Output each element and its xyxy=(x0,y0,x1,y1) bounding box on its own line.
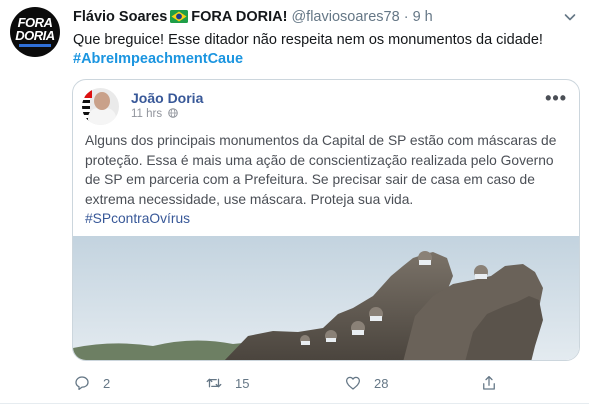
embedded-post-time[interactable]: 11 hrs xyxy=(131,108,162,120)
tweet-text-block: Que breguice! Esse ditador não respeita … xyxy=(73,31,573,69)
reply-icon xyxy=(75,376,89,391)
heart-icon xyxy=(345,376,361,390)
reply-count: 2 xyxy=(103,375,111,391)
author-name-suffix[interactable]: FORA DORIA! xyxy=(191,9,287,25)
author-avatar[interactable]: FORA DORIA xyxy=(10,7,60,57)
sp-flag-canton xyxy=(82,88,92,98)
share-button[interactable] xyxy=(480,372,510,394)
avatar-shirt xyxy=(88,108,116,125)
reply-button[interactable]: 2 xyxy=(73,372,110,394)
embedded-author-name[interactable]: João Doria xyxy=(131,90,203,106)
embedded-post-hashtag[interactable]: #SPcontraOvírus xyxy=(85,209,571,229)
retweet-count: 15 xyxy=(235,375,250,391)
embedded-post-text: Alguns dos principais monumentos da Capi… xyxy=(85,133,557,207)
tweet-hashtag[interactable]: #AbreImpeachmentCaue xyxy=(73,50,573,69)
embedded-author-avatar[interactable] xyxy=(82,88,119,125)
author-handle[interactable]: @flaviosoares78 xyxy=(291,9,399,25)
avatar-text-line2: DORIA xyxy=(15,28,55,43)
monument-photo[interactable] xyxy=(73,236,580,361)
retweet-button[interactable]: 15 xyxy=(205,372,249,394)
like-count: 28 xyxy=(374,375,389,391)
embedded-post-body: Alguns dos principais monumentos da Capi… xyxy=(85,131,571,229)
brazil-flag-icon xyxy=(170,10,189,23)
globe-icon xyxy=(168,108,179,118)
share-icon xyxy=(483,375,495,390)
more-dots-icon[interactable]: ••• xyxy=(545,88,567,109)
tweet-actions: 2 15 28 xyxy=(73,372,573,394)
like-button[interactable]: 28 xyxy=(344,372,388,394)
embedded-post-meta: 11 hrs xyxy=(131,108,179,120)
embedded-post-card[interactable]: João Doria 11 hrs ••• Alguns dos princip… xyxy=(72,79,580,361)
avatar-face xyxy=(94,92,110,110)
tweet[interactable]: FORA DORIA Flávio Soares FORA DORIA! @fl… xyxy=(0,0,589,404)
avatar-stripe xyxy=(19,44,51,47)
author-name[interactable]: Flávio Soares xyxy=(73,9,167,25)
tweet-header: Flávio Soares FORA DORIA! @flaviosoares7… xyxy=(73,9,549,29)
retweet-icon xyxy=(206,378,222,388)
chevron-down-icon[interactable] xyxy=(563,10,577,24)
tweet-timestamp[interactable]: 9 h xyxy=(413,9,433,25)
tweet-text: Que breguice! Esse ditador não respeita … xyxy=(73,32,543,48)
header-separator: · xyxy=(403,9,409,25)
